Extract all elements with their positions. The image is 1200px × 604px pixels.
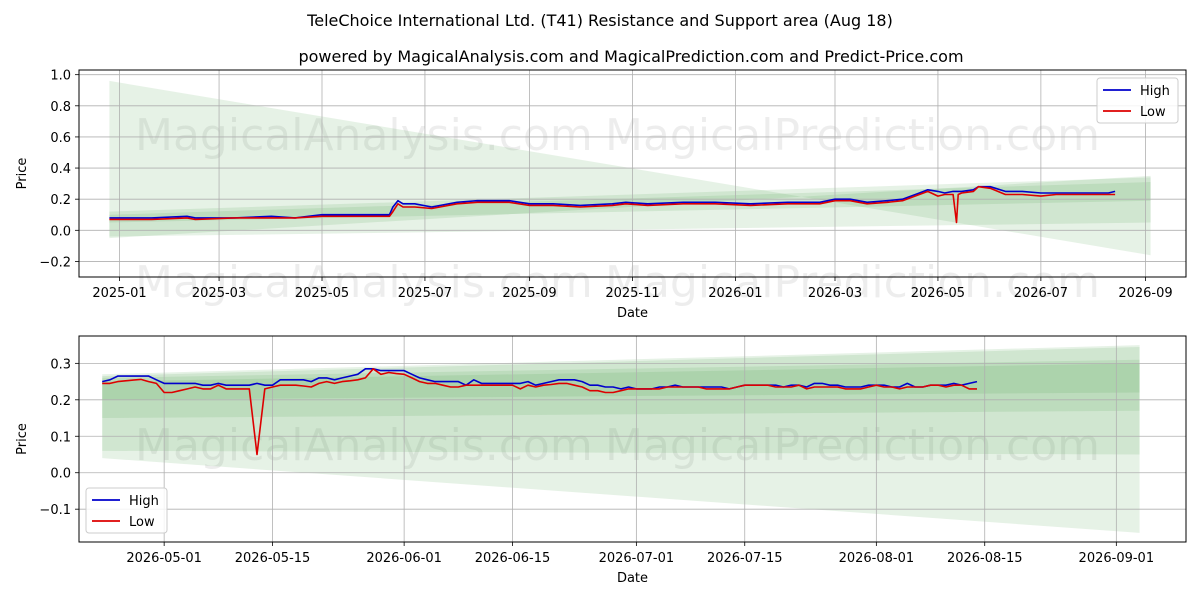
legend-label-low: Low [1140, 105, 1166, 120]
x-tick-label: 2026-05-15 [235, 551, 311, 566]
y-tick-label: 0.8 [50, 100, 71, 115]
y-tick-label: 0.3 [50, 357, 71, 372]
chart-subtitle: powered by MagicalAnalysis.com and Magic… [298, 47, 963, 66]
x-tick-label: 2026-06-15 [475, 551, 551, 566]
x-tick-label: 2026-07-15 [707, 551, 783, 566]
x-tick-label: 2025-03 [192, 286, 246, 301]
chart-title: TeleChoice International Ltd. (T41) Resi… [306, 11, 893, 30]
x-tick-label: 2026-05 [911, 286, 965, 301]
x-tick-label: 2026-09-01 [1079, 551, 1155, 566]
chart-canvas: TeleChoice International Ltd. (T41) Resi… [15, 11, 1187, 586]
x-tick-label: 2026-08-15 [947, 551, 1023, 566]
y-tick-label: 0.0 [50, 224, 71, 239]
x-tick-label: 2025-11 [605, 286, 659, 301]
x-tick-label: 2026-06-01 [366, 551, 442, 566]
top-chart: MagicalAnalysis.com MagicalPrediction.com… [15, 69, 1187, 321]
x-tick-label: 2026-07-01 [599, 551, 675, 566]
x-tick-label: 2025-01 [92, 286, 146, 301]
x-tick-label: 2026-01 [708, 286, 762, 301]
x-axis-label: Date [617, 306, 648, 321]
y-axis-label: Price [15, 158, 30, 190]
x-tick-label: 2025-09 [502, 286, 556, 301]
y-tick-label: −0.1 [39, 503, 71, 518]
x-tick-label: 2026-08-01 [839, 551, 915, 566]
x-tick-label: 2025-07 [398, 286, 452, 301]
legend: High Low [1096, 77, 1179, 124]
y-tick-label: 0.4 [50, 162, 71, 177]
chart-page: TeleChoice International Ltd. (T41) Resi… [0, 0, 1200, 600]
y-tick-label: 0.0 [50, 467, 71, 482]
x-tick-label: 2026-07 [1014, 286, 1068, 301]
watermark: MagicalPrediction.com [605, 110, 1100, 161]
x-tick-label: 2026-03 [808, 286, 862, 301]
legend-label-high: High [1140, 84, 1170, 99]
y-tick-label: −0.2 [39, 255, 71, 270]
bottom-chart: MagicalAnalysis.com MagicalPrediction.com… [15, 335, 1187, 586]
legend-label-low: Low [129, 515, 155, 530]
x-axis-label: Date [617, 571, 648, 586]
y-tick-label: 0.2 [50, 193, 71, 208]
y-tick-label: 0.6 [50, 131, 71, 146]
y-tick-label: 1.0 [50, 69, 71, 84]
x-tick-label: 2026-09 [1118, 286, 1172, 301]
x-tick-label: 2026-05-01 [126, 551, 202, 566]
y-axis-label: Price [15, 423, 30, 455]
x-tick-label: 2025-05 [295, 286, 349, 301]
y-tick-label: 0.1 [50, 430, 71, 445]
legend: High Low [85, 487, 168, 534]
legend-label-high: High [129, 494, 159, 509]
y-tick-label: 0.2 [50, 394, 71, 409]
